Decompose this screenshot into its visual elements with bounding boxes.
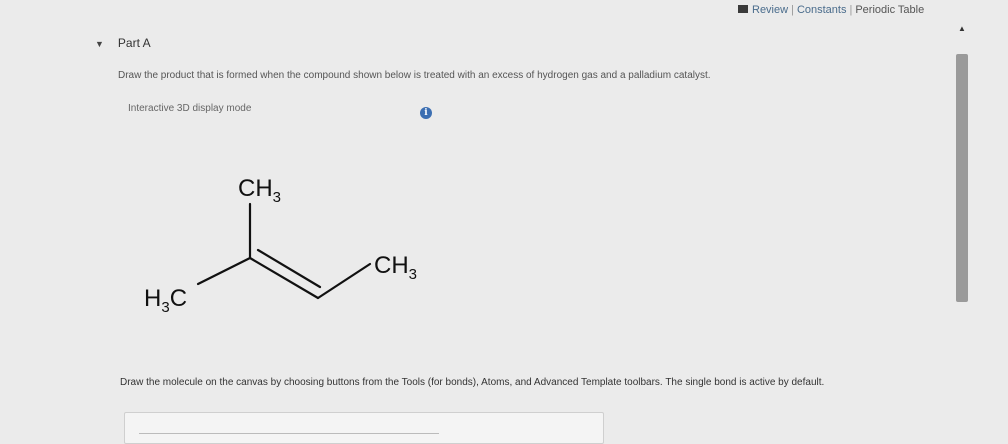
scroll-up-arrow-icon[interactable]: ▲ [958,24,966,33]
left-h3c-label: H3C [144,285,187,316]
top-ch3-label: CH3 [238,175,281,206]
part-title: Part A [117,36,151,50]
scrollbar[interactable]: ▲ [955,22,969,436]
bond-right [316,262,372,300]
resources-icon [738,5,748,13]
resource-links: Review | Constants | Periodic Table [738,4,924,16]
display-mode-link[interactable]: Interactive 3D display mode [128,103,251,114]
molecule-structure: CH3 CH3 H3C [144,175,417,316]
constants-link[interactable]: Constants [797,4,847,16]
part-a-header[interactable]: ▼ Part A [95,36,151,50]
drawing-instructions: Draw the molecule on the canvas by choos… [120,377,825,388]
drawing-canvas[interactable] [124,412,604,444]
collapse-triangle-icon[interactable]: ▼ [95,39,104,49]
link-separator: | [849,4,853,16]
right-ch3-label: CH3 [374,252,417,283]
periodic-table-link[interactable]: Periodic Table [855,4,924,16]
bond-left [196,256,252,286]
scrollbar-thumb[interactable] [956,54,968,302]
double-bond-outer [248,256,320,300]
review-link[interactable]: Review [752,4,788,16]
info-icon[interactable]: i [420,107,432,119]
link-separator: | [791,4,794,16]
question-text: Draw the product that is formed when the… [118,70,711,81]
